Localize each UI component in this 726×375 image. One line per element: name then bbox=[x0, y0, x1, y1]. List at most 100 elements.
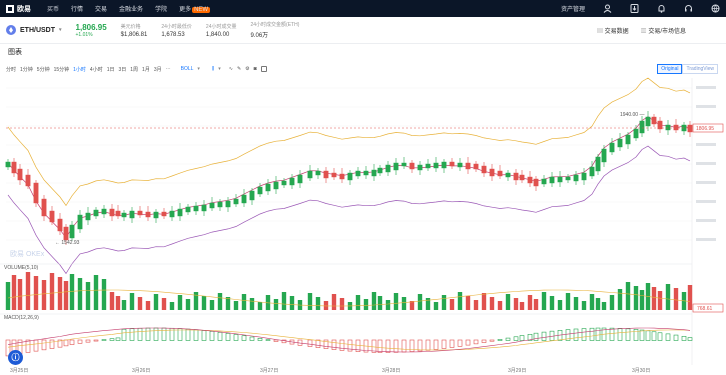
candle-body bbox=[665, 124, 671, 131]
volume-bar bbox=[185, 299, 191, 310]
candle-body bbox=[549, 176, 555, 184]
candle-body bbox=[601, 148, 607, 163]
volume-bar bbox=[315, 297, 321, 310]
volume-bar bbox=[497, 301, 503, 310]
volume-bar bbox=[289, 296, 295, 310]
volume-bar bbox=[473, 300, 479, 310]
volume-bar bbox=[687, 285, 693, 310]
volume-bar bbox=[401, 297, 407, 310]
candle-body bbox=[433, 162, 439, 169]
candle-body bbox=[257, 186, 263, 195]
volume-last-value: 768.61 bbox=[697, 306, 713, 312]
macd-histogram-bar bbox=[489, 339, 495, 342]
candle-body bbox=[385, 164, 391, 173]
candle-body bbox=[5, 161, 11, 168]
price-tick-label bbox=[696, 219, 716, 222]
macd-histogram-bar bbox=[85, 339, 91, 343]
volume-bar bbox=[665, 284, 671, 310]
candle-body bbox=[217, 201, 223, 208]
volume-bar bbox=[449, 299, 455, 310]
volume-bar bbox=[651, 287, 657, 310]
candle-body bbox=[265, 183, 271, 192]
macd-histogram-bar bbox=[595, 327, 601, 341]
candle-body bbox=[233, 198, 239, 205]
boll-upper-line bbox=[7, 77, 691, 207]
candle-body bbox=[331, 172, 337, 178]
volume-bar bbox=[25, 272, 31, 310]
volume-bar bbox=[673, 288, 679, 310]
volume-bar bbox=[385, 300, 391, 310]
volume-bar bbox=[609, 295, 615, 310]
volume-bar bbox=[17, 279, 23, 310]
candle-body bbox=[633, 128, 639, 139]
volume-bar bbox=[281, 292, 287, 310]
candle-body bbox=[645, 116, 651, 127]
candle-body bbox=[209, 202, 215, 209]
macd-histogram-bar bbox=[573, 328, 579, 341]
macd-histogram-bar bbox=[639, 329, 645, 341]
macd-histogram-bar bbox=[433, 339, 439, 350]
volume-bar bbox=[93, 275, 99, 310]
macd-histogram-bar bbox=[225, 333, 231, 341]
candle-body bbox=[347, 172, 353, 181]
macd-histogram-bar bbox=[589, 327, 595, 341]
candle-body bbox=[169, 210, 175, 218]
candle-body bbox=[41, 198, 47, 217]
candle-body bbox=[377, 167, 383, 174]
volume-bar bbox=[565, 293, 571, 310]
volume-bar bbox=[153, 294, 159, 310]
macd-histogram-bar bbox=[307, 339, 313, 347]
candle-body bbox=[315, 170, 321, 176]
candle-body bbox=[557, 176, 563, 183]
macd-histogram-bar bbox=[377, 339, 383, 353]
price-tick-label bbox=[696, 143, 716, 146]
macd-histogram-bar bbox=[109, 338, 115, 341]
candle-body bbox=[651, 116, 657, 125]
candle-body bbox=[595, 156, 601, 172]
macd-histogram-bar bbox=[457, 339, 463, 347]
volume-bar bbox=[617, 289, 623, 310]
candle-body bbox=[513, 172, 519, 181]
volume-bar bbox=[101, 279, 107, 310]
macd-histogram-bar bbox=[633, 329, 639, 341]
macd-histogram-bar bbox=[257, 338, 263, 341]
macd-histogram-bar bbox=[497, 339, 503, 341]
macd-histogram-bar bbox=[681, 335, 687, 341]
candlestick-chart[interactable]: 1940.00 — ← 1542.93 1806.95 欧易 OKEx VOLUME(5… bbox=[0, 0, 726, 375]
macd-histogram-bar bbox=[115, 337, 121, 341]
macd-histogram-bar bbox=[265, 339, 271, 341]
candle-body bbox=[297, 174, 303, 184]
volume-bar bbox=[217, 293, 223, 310]
volume-bar bbox=[589, 294, 595, 310]
volume-bar bbox=[323, 301, 329, 310]
volume-bar bbox=[657, 291, 663, 310]
candle-body bbox=[363, 170, 369, 176]
volume-bar bbox=[595, 298, 601, 310]
candle-body bbox=[69, 224, 75, 239]
volume-bar bbox=[5, 282, 11, 310]
candle-body bbox=[465, 162, 471, 170]
candle-body bbox=[687, 124, 693, 133]
macd-histogram-bar bbox=[465, 339, 471, 346]
volume-bar bbox=[77, 278, 83, 310]
candle-body bbox=[241, 194, 247, 204]
macd-histogram-bar bbox=[533, 332, 539, 341]
volume-bar bbox=[417, 294, 423, 310]
candle-body bbox=[153, 211, 159, 219]
candle-body bbox=[449, 161, 455, 167]
volume-bar bbox=[601, 302, 607, 310]
macd-histogram-bar bbox=[233, 334, 239, 341]
macd-histogram-bar bbox=[77, 339, 83, 344]
price-tick-label bbox=[696, 86, 716, 89]
candle-body bbox=[177, 208, 183, 217]
help-chat-button[interactable]: ⓘ bbox=[8, 350, 23, 365]
macd-histogram-bar bbox=[49, 339, 55, 349]
candle-body bbox=[161, 211, 167, 217]
volume-bar bbox=[639, 290, 645, 310]
volume-bar bbox=[33, 276, 39, 310]
x-axis-tick: 3月28日 bbox=[382, 368, 400, 374]
candle-body bbox=[519, 174, 525, 181]
x-axis-tick: 3月26日 bbox=[132, 368, 150, 374]
candle-body bbox=[527, 176, 533, 184]
macd-histogram-bar bbox=[371, 339, 377, 353]
